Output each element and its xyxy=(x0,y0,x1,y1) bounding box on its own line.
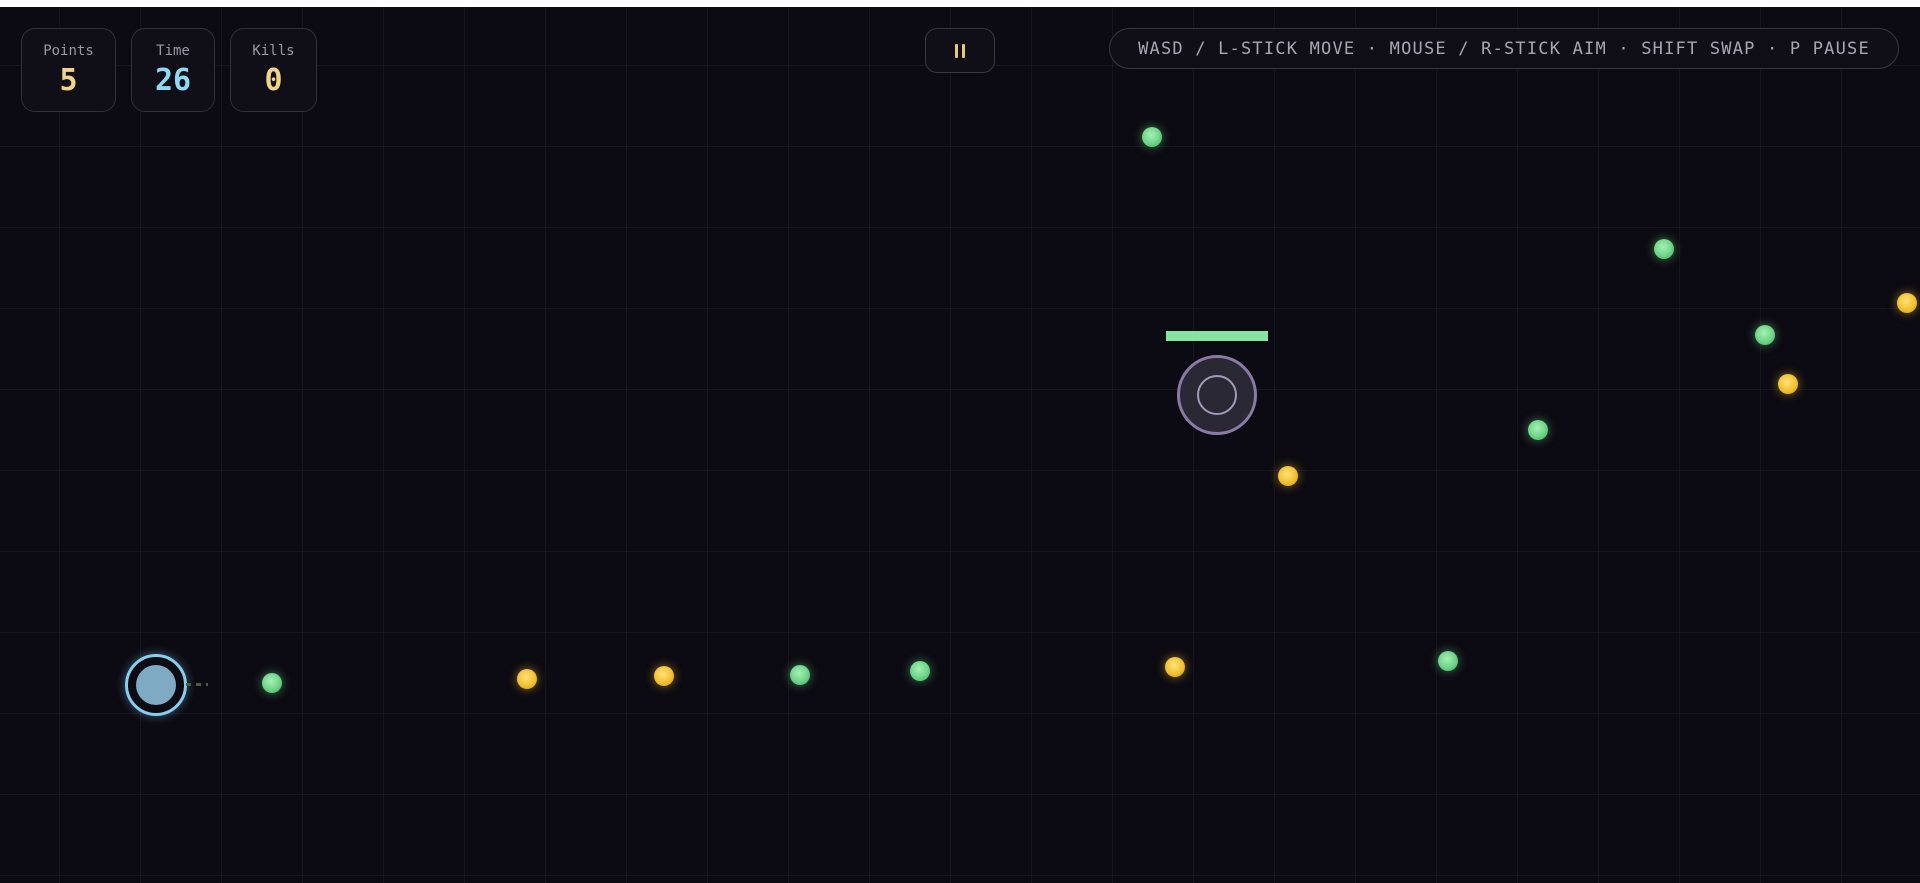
coin-orb-gold xyxy=(1897,293,1917,313)
enemy-core xyxy=(1197,375,1237,415)
points-value: 5 xyxy=(59,63,78,98)
xp-orb-green xyxy=(1438,651,1458,671)
time-value: 26 xyxy=(154,63,192,98)
pause-button[interactable] xyxy=(925,28,995,73)
game-arena[interactable]: Points 5 Time 26 Kills 0 WASD / L-STICK … xyxy=(0,7,1920,883)
enemy xyxy=(1177,355,1257,435)
coin-orb-gold xyxy=(517,669,537,689)
coin-orb-gold xyxy=(1278,466,1298,486)
xp-orb-green xyxy=(1142,127,1162,147)
controls-hint: WASD / L-STICK MOVE · MOUSE / R-STICK AI… xyxy=(1109,28,1899,69)
xp-orb-green xyxy=(790,665,810,685)
xp-orb-green xyxy=(1654,239,1674,259)
xp-orb-green xyxy=(262,673,282,693)
enemy-health-bar xyxy=(1166,331,1268,341)
coin-orb-gold xyxy=(1165,657,1185,677)
xp-orb-green xyxy=(1755,325,1775,345)
player-core xyxy=(136,665,176,705)
kills-card: Kills 0 xyxy=(230,28,317,112)
points-card: Points 5 xyxy=(21,28,116,112)
enemy-health-fill xyxy=(1166,331,1268,341)
aim-indicator xyxy=(186,683,208,686)
kills-value: 0 xyxy=(264,63,283,98)
player xyxy=(125,654,187,716)
time-card: Time 26 xyxy=(131,28,215,112)
xp-orb-green xyxy=(910,661,930,681)
coin-orb-gold xyxy=(654,666,674,686)
kills-label: Kills xyxy=(252,43,295,59)
xp-orb-green xyxy=(1528,420,1548,440)
time-label: Time xyxy=(156,43,190,59)
coin-orb-gold xyxy=(1778,374,1798,394)
points-label: Points xyxy=(43,43,94,59)
pause-icon xyxy=(955,43,965,58)
